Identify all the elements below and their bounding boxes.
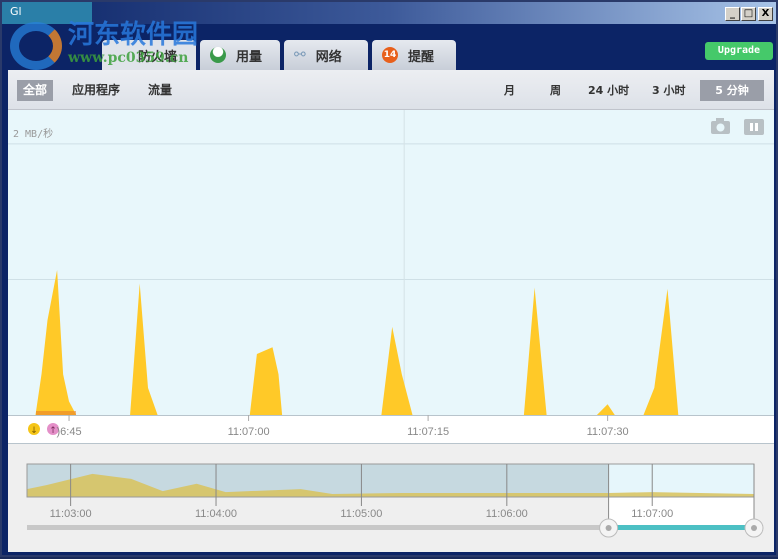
download-series-area [8, 270, 774, 415]
handle-grip-icon [605, 525, 612, 531]
overview-tick-label: 11:06:00 [486, 508, 528, 520]
overview-selected [608, 464, 754, 497]
x-tick-label: )6:45 [57, 426, 82, 438]
download-arrow-icon: ↓ [30, 426, 38, 436]
handle-grip-icon [751, 525, 757, 531]
range-slider-selected [608, 525, 754, 530]
overview-tick-label: 11:03:00 [50, 508, 92, 520]
chart-svg: 2 MB/秒 ↓ ↑ )6:45 11:07:00 11:07:15 11:07:30… [8, 110, 774, 538]
pause-icon[interactable] [744, 119, 764, 135]
overview-tick-label: 11:04:00 [195, 508, 237, 520]
app-window: Gl _ □ X 防火墙 用量 ⚯ 网络 14 提醒 Upgrade 河东软件园 w… [0, 0, 778, 557]
x-tick-label: 11:07:15 [407, 426, 449, 438]
y-axis-label: 2 MB/秒 [13, 127, 53, 140]
x-tick-label: 11:07:30 [587, 426, 629, 438]
camera-icon[interactable] [711, 118, 730, 134]
upload-series-area [36, 411, 76, 415]
legend-download[interactable]: ↓ [28, 423, 40, 436]
range-slider-track [27, 525, 609, 530]
overview-tick-label: 11:07:00 [631, 508, 673, 520]
x-tick-label: 11:07:00 [228, 426, 270, 438]
overview-tick-label: 11:05:00 [340, 508, 382, 520]
